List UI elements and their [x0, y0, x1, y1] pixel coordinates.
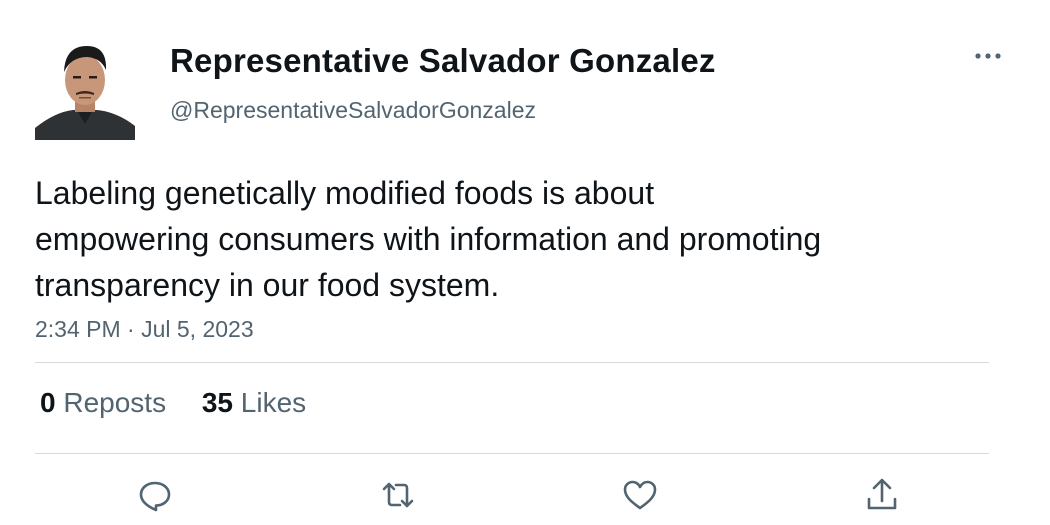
display-name[interactable]: Representative Salvador Gonzalez: [170, 42, 716, 80]
share-icon: [867, 478, 897, 510]
like-icon: [623, 480, 657, 510]
tweet-text-line: empowering consumers with information an…: [35, 221, 822, 257]
reposts-label: Reposts: [63, 387, 167, 418]
avatar[interactable]: [35, 40, 135, 140]
share-button[interactable]: [862, 475, 902, 515]
reply-button[interactable]: [135, 475, 175, 515]
reply-icon: [139, 481, 171, 512]
likes-count: 35: [201, 387, 234, 418]
profile-photo: [35, 40, 135, 140]
likes-label: Likes: [240, 387, 307, 418]
timestamp[interactable]: 2:34 PM · Jul 5, 2023: [35, 316, 254, 343]
tweet-text-line: Labeling genetically modified foods is a…: [35, 175, 655, 211]
repost-icon: [382, 482, 414, 508]
tweet-card: Representative Salvador Gonzalez @Repres…: [0, 0, 1050, 525]
tweet-text-line: transparency in our food system.: [35, 267, 500, 303]
tweet-text: Labeling genetically modified foods is a…: [35, 170, 955, 308]
more-icon: [975, 53, 1001, 59]
more-options-button[interactable]: [972, 44, 1004, 68]
divider: [35, 362, 989, 363]
engagement-stats: 0 Reposts 35 Likes: [40, 387, 334, 419]
like-button[interactable]: [620, 475, 660, 515]
reposts-stat[interactable]: 0 Reposts: [40, 387, 166, 419]
repost-button[interactable]: [378, 475, 418, 515]
likes-stat[interactable]: 35 Likes: [202, 387, 306, 419]
reposts-count: 0: [40, 387, 56, 418]
divider: [35, 453, 989, 454]
user-handle[interactable]: @RepresentativeSalvadorGonzalez: [170, 97, 536, 124]
